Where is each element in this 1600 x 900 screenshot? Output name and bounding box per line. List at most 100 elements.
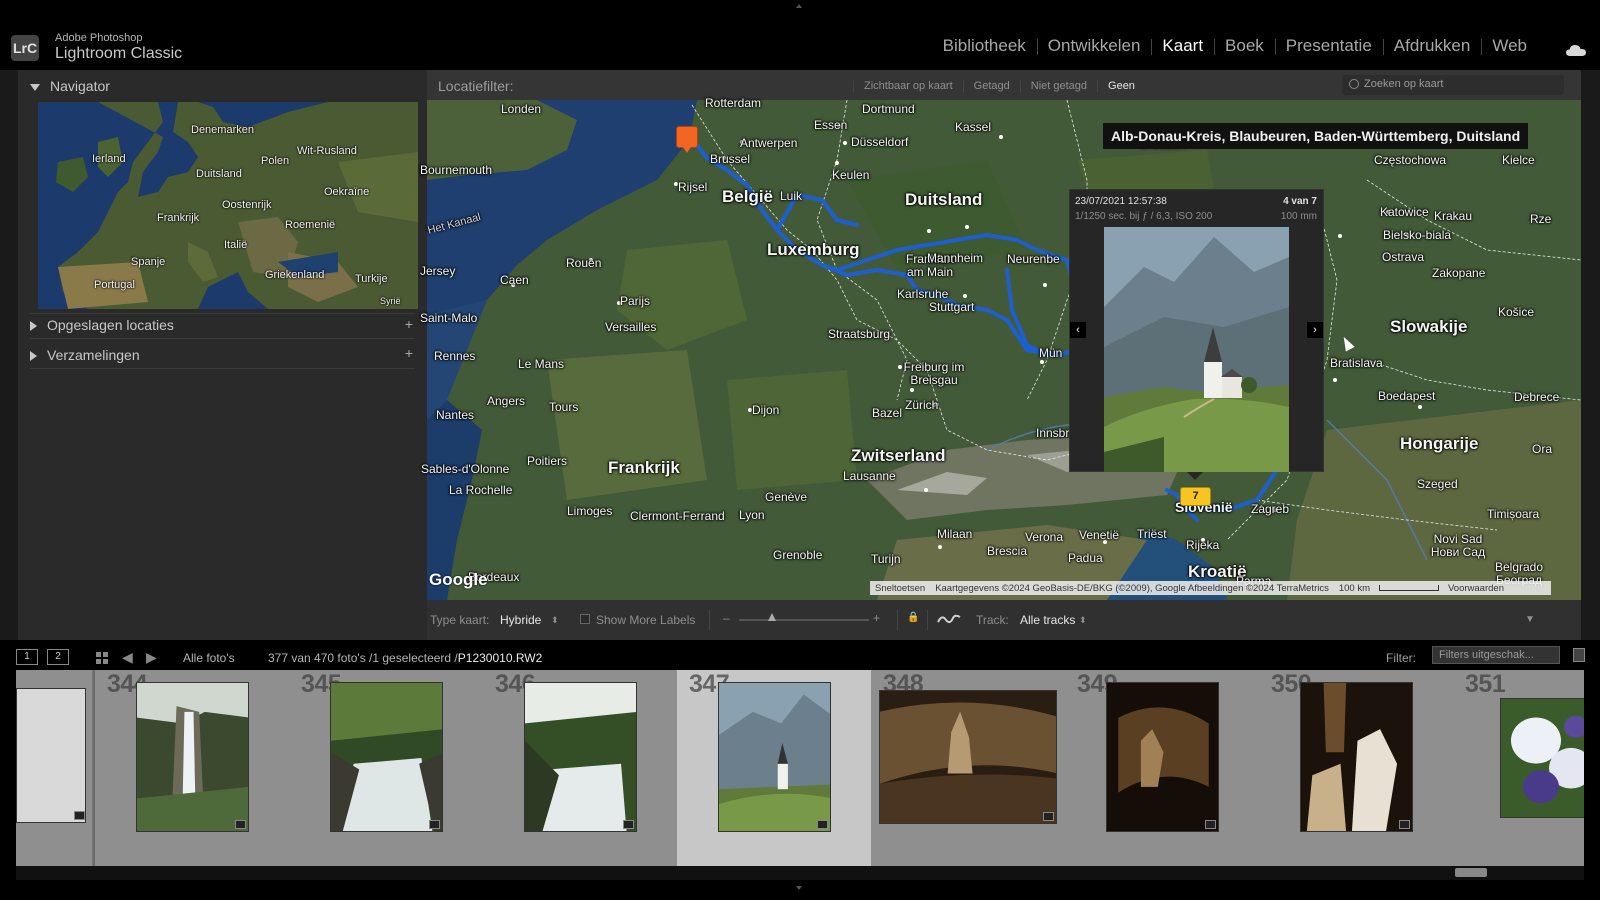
- map-place-label: Rouen: [566, 256, 602, 270]
- map-place-label: Düsseldorf: [851, 135, 909, 149]
- map-type-chevron-icon[interactable]: ⬍: [551, 615, 559, 626]
- navigator-map[interactable]: Denemarken Ierland Wit-Rusland Polen Dui…: [38, 102, 418, 309]
- map-place-label: Kielce: [1502, 153, 1535, 167]
- track-icon[interactable]: [937, 613, 961, 625]
- more-labels-checkbox[interactable]: [580, 614, 590, 624]
- map-place-label: Limoges: [567, 504, 613, 518]
- location-filter-option[interactable]: Geen: [1097, 80, 1145, 92]
- grid-view-icon[interactable]: [96, 652, 108, 664]
- module-afdrukken[interactable]: Afdrukken: [1382, 36, 1482, 56]
- previous-photo-button[interactable]: ‹: [1070, 322, 1086, 338]
- thumbnail[interactable]: [16, 688, 86, 823]
- toolbar-divider: [709, 610, 710, 630]
- zoom-out-button[interactable]: –: [723, 611, 730, 625]
- filmstrip-cell[interactable]: 349: [1065, 670, 1262, 866]
- navigator-header[interactable]: Navigator: [30, 78, 110, 94]
- map-place-label: Hongarije: [1400, 434, 1479, 453]
- module-kaart[interactable]: Kaart: [1151, 36, 1214, 56]
- saved-locations-header[interactable]: Opgeslagen locaties: [30, 317, 174, 333]
- cloud-icon[interactable]: [1566, 44, 1586, 56]
- thumbnail[interactable]: [330, 682, 443, 832]
- module-bibliotheek[interactable]: Bibliotheek: [932, 36, 1037, 56]
- module-boek[interactable]: Boek: [1214, 36, 1275, 56]
- thumbnail[interactable]: [879, 690, 1057, 824]
- photo-cluster-marker[interactable]: 7: [1180, 487, 1211, 506]
- map-search-placeholder: Zoeken op kaart: [1364, 78, 1444, 90]
- preview-photo[interactable]: [1104, 227, 1289, 472]
- module-ontwikkelen[interactable]: Ontwikkelen: [1036, 36, 1152, 56]
- lock-markers-icon[interactable]: 🔒: [907, 612, 919, 623]
- location-filter-label: Locatiefilter:: [438, 78, 514, 94]
- focal-length: 100 mm: [1280, 211, 1317, 222]
- thumbnail[interactable]: [136, 682, 249, 832]
- capture-date: 23/07/2021 12:57:38: [1075, 196, 1167, 207]
- map-place-label: Lausanne: [843, 469, 896, 483]
- filter-select[interactable]: Filters uitgeschak...: [1432, 646, 1560, 664]
- saved-locations-title: Opgeslagen locaties: [47, 317, 174, 333]
- filmstrip-cell[interactable]: [16, 670, 93, 866]
- map-place-label: Angers: [487, 394, 526, 408]
- add-saved-location-button[interactable]: +: [405, 316, 413, 332]
- collections-header[interactable]: Verzamelingen: [30, 347, 140, 363]
- module-presentatie[interactable]: Presentatie: [1274, 36, 1383, 56]
- location-filter-option[interactable]: Getagd: [962, 80, 1020, 92]
- filmstrip-cell[interactable]: 350: [1259, 670, 1456, 866]
- filmstrip-cell[interactable]: 345: [289, 670, 486, 866]
- selected-filename[interactable]: P1230010.RW2: [458, 651, 543, 665]
- left-panel-edge[interactable]: [0, 70, 18, 640]
- map-place-label: Novi Sad Нови Сад: [1430, 532, 1486, 559]
- map-canvas[interactable]: [427, 100, 1581, 600]
- filmstrip-cell[interactable]: 344: [95, 670, 292, 866]
- filmstrip-scroll-thumb[interactable]: [1455, 868, 1487, 877]
- map-pin-marker[interactable]: [676, 126, 698, 148]
- next-photo-button[interactable]: ›: [1307, 322, 1323, 338]
- zoom-in-button[interactable]: +: [873, 611, 880, 625]
- main-screen-button[interactable]: 1: [16, 649, 38, 665]
- badge-icon: [1399, 820, 1410, 829]
- location-filter-option[interactable]: Niet getagd: [1019, 80, 1097, 92]
- right-panel-edge[interactable]: [1581, 70, 1600, 640]
- scale-label: 100 km: [1338, 582, 1370, 594]
- map-place-label: Bratislava: [1330, 356, 1383, 370]
- filter-lock-icon[interactable]: [1573, 648, 1585, 662]
- thumbnail[interactable]: [1300, 682, 1413, 832]
- map-place-label: Kassel: [955, 120, 992, 134]
- collapse-top-arrow-icon[interactable]: [796, 4, 802, 8]
- filmstrip-cell[interactable]: 351: [1453, 670, 1584, 866]
- filmstrip-scrollbar[interactable]: [16, 866, 1584, 880]
- track-select[interactable]: Alle tracks: [1020, 613, 1075, 627]
- keyboard-shortcuts-link[interactable]: Sneltoetsen: [870, 583, 930, 594]
- map-type-select[interactable]: Hybride: [500, 613, 541, 627]
- terms-link[interactable]: Voorwaarden: [1443, 583, 1509, 594]
- exif-info: 1/1250 sec. bij ƒ / 6,3, ISO 200: [1075, 211, 1213, 222]
- filmstrip-cell[interactable]: 346: [483, 670, 680, 866]
- photo-counter: 4 van 7: [1283, 196, 1317, 207]
- map-place-label: Tours: [549, 400, 579, 414]
- collapse-bottom-arrow-icon[interactable]: [796, 886, 802, 890]
- add-collection-button[interactable]: +: [405, 345, 413, 361]
- thumbnail[interactable]: [524, 682, 637, 832]
- filmstrip-cell[interactable]: 347: [677, 670, 874, 866]
- toolbar-options-chevron-icon[interactable]: ▼: [1525, 614, 1535, 625]
- map-place-label: Antwerpen: [740, 136, 798, 150]
- zoom-slider-track[interactable]: [739, 619, 869, 621]
- filmstrip-cell[interactable]: 348: [871, 670, 1068, 866]
- map-place-label: Brussel: [710, 152, 751, 166]
- module-web[interactable]: Web: [1481, 36, 1538, 56]
- map-place-label: Padua: [1068, 551, 1103, 565]
- source-breadcrumb[interactable]: Alle foto's: [183, 651, 235, 665]
- thumbnail[interactable]: [1106, 682, 1219, 832]
- map-place-label: La Rochelle: [449, 483, 513, 497]
- second-screen-button[interactable]: 2: [47, 649, 69, 665]
- map-search-input[interactable]: Zoeken op kaart: [1342, 75, 1564, 95]
- map-place-label: Milaan: [937, 527, 973, 541]
- zoom-slider-thumb[interactable]: [767, 613, 776, 621]
- thumbnail[interactable]: [1500, 698, 1584, 818]
- location-filter-option[interactable]: Zichtbaar op kaart: [853, 80, 963, 92]
- back-arrow-icon[interactable]: ◀: [122, 649, 133, 666]
- track-chevron-icon[interactable]: ⬍: [1079, 615, 1087, 626]
- thumbnail[interactable]: [718, 682, 831, 832]
- navigator-label: Wit-Rusland: [297, 145, 357, 157]
- forward-arrow-icon[interactable]: ▶: [146, 649, 157, 666]
- navigator-label: Italië: [224, 239, 248, 251]
